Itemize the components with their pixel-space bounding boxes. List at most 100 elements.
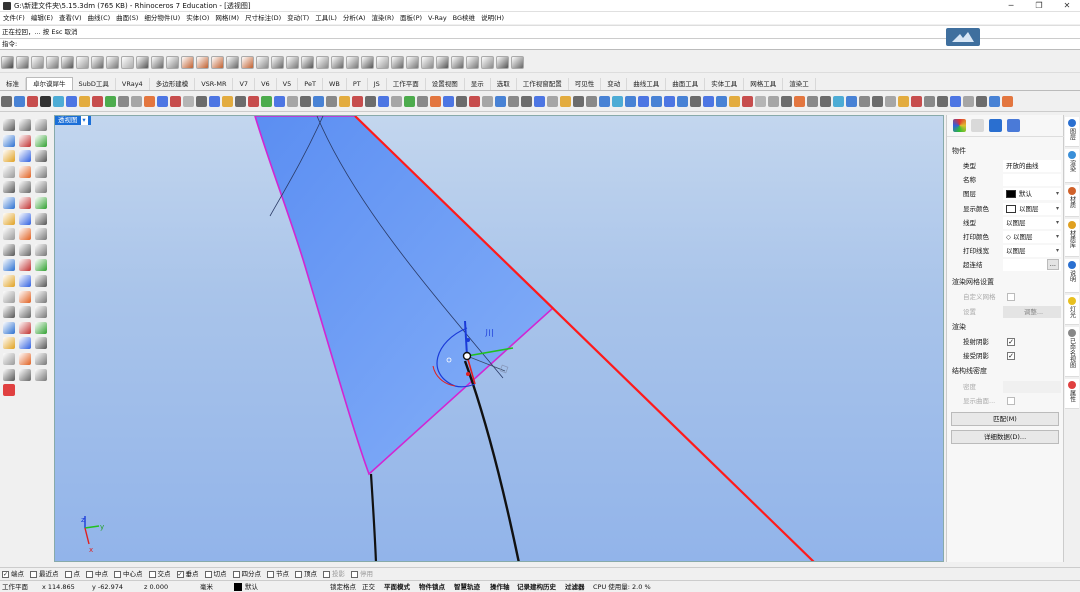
toolbar-icon[interactable]: [46, 56, 59, 69]
toolbar-icon[interactable]: [91, 56, 104, 69]
left-tool-icon[interactable]: [35, 212, 47, 225]
menu-item[interactable]: 曲面(S): [113, 12, 141, 24]
close-icon[interactable]: ✕: [1056, 0, 1078, 12]
tab-tool-icon[interactable]: [703, 96, 714, 107]
left-tool-icon[interactable]: [35, 321, 47, 334]
toolbar-icon[interactable]: [31, 56, 44, 69]
left-tool-icon[interactable]: [19, 150, 31, 163]
tab-tool-icon[interactable]: [456, 96, 467, 107]
osnap-checkbox[interactable]: [204, 570, 212, 578]
osnap-option[interactable]: 投影: [321, 568, 345, 580]
custom-mesh-checkbox[interactable]: [1007, 293, 1015, 301]
side-tab[interactable]: 说明: [1065, 259, 1079, 293]
perspective-viewport[interactable]: 川 z y x 透视图 ▾: [54, 115, 944, 562]
tab-tool-icon[interactable]: [794, 96, 805, 107]
osnap-option[interactable]: 四分点: [231, 568, 261, 580]
left-tool-icon[interactable]: [19, 243, 31, 256]
toolbar-icon[interactable]: [226, 56, 239, 69]
tab-tool-icon[interactable]: [508, 96, 519, 107]
osnap-checkbox[interactable]: ✓: [2, 570, 9, 578]
left-tool-icon[interactable]: [35, 306, 47, 319]
toolbar-tab[interactable]: PeT: [298, 78, 323, 90]
side-tab[interactable]: 渲染: [1065, 149, 1079, 183]
tab-tool-icon[interactable]: [950, 96, 961, 107]
left-tool-icon[interactable]: [19, 306, 31, 319]
status-toggle[interactable]: 智慧轨迹: [454, 581, 480, 592]
menu-item[interactable]: 尺寸标注(D): [242, 12, 284, 24]
adjust-button[interactable]: 调整...: [1003, 306, 1061, 318]
toolbar-icon[interactable]: [346, 56, 359, 69]
tab-tool-icon[interactable]: [599, 96, 610, 107]
tab-tool-icon[interactable]: [183, 96, 194, 107]
tab-tool-icon[interactable]: [443, 96, 454, 107]
toolbar-icon[interactable]: [181, 56, 194, 69]
toolbar-tab[interactable]: 实体工具: [705, 78, 745, 90]
tab-tool-icon[interactable]: [768, 96, 779, 107]
toolbar-tab[interactable]: 设置视图: [426, 78, 465, 90]
left-tool-icon[interactable]: [3, 337, 15, 350]
left-tool-icon[interactable]: [19, 321, 31, 334]
menu-item[interactable]: 编辑(E): [28, 12, 56, 24]
cast-shadow-checkbox[interactable]: ✓: [1007, 338, 1015, 346]
left-tool-icon[interactable]: [3, 306, 15, 319]
osnap-checkbox[interactable]: [148, 570, 156, 578]
tab-tool-icon[interactable]: [404, 96, 415, 107]
restore-icon[interactable]: ❐: [1028, 0, 1050, 12]
toolbar-icon[interactable]: [421, 56, 434, 69]
status-toggle[interactable]: CPU 使用量: 2.0 %: [593, 581, 651, 592]
menu-item[interactable]: 面板(P): [397, 12, 425, 24]
property-value[interactable]: 以图层: [1003, 216, 1061, 229]
toolbar-icon[interactable]: [271, 56, 284, 69]
toolbar-tab[interactable]: 显示: [465, 78, 491, 90]
toolbar-tab[interactable]: 网格工具: [744, 78, 784, 90]
osnap-option[interactable]: 停用: [349, 568, 373, 580]
tab-tool-icon[interactable]: [79, 96, 90, 107]
toolbar-tab[interactable]: 渲染工: [783, 78, 816, 90]
left-tool-icon[interactable]: [35, 150, 47, 163]
left-tool-icon[interactable]: [35, 290, 47, 303]
osnap-checkbox[interactable]: [351, 570, 358, 578]
tab-tool-icon[interactable]: [573, 96, 584, 107]
left-tool-icon[interactable]: [3, 228, 15, 241]
left-tool-icon[interactable]: [19, 368, 31, 381]
toolbar-icon[interactable]: [331, 56, 344, 69]
left-tool-icon[interactable]: [19, 134, 31, 147]
toolbar-icon[interactable]: [136, 56, 149, 69]
show-surface-checkbox[interactable]: [1007, 397, 1015, 405]
tab-tool-icon[interactable]: [482, 96, 493, 107]
toolbar-icon[interactable]: [1, 56, 14, 69]
toolbar-icon[interactable]: [316, 56, 329, 69]
left-tool-icon[interactable]: [3, 290, 15, 303]
toolbar-tab[interactable]: 可见性: [569, 78, 602, 90]
tab-tool-icon[interactable]: [833, 96, 844, 107]
tab-tool-icon[interactable]: [586, 96, 597, 107]
tab-tool-icon[interactable]: [170, 96, 181, 107]
toolbar-tab[interactable]: VSR-MR: [195, 78, 234, 90]
osnap-checkbox[interactable]: [267, 570, 274, 578]
receive-shadow-checkbox[interactable]: ✓: [1007, 352, 1015, 360]
tab-tool-icon[interactable]: [495, 96, 506, 107]
osnap-option[interactable]: ✓ 垂点: [175, 568, 199, 580]
side-tab[interactable]: 灯光: [1065, 295, 1079, 325]
left-tool-icon[interactable]: [19, 181, 31, 194]
toolbar-icon[interactable]: [76, 56, 89, 69]
tab-tool-icon[interactable]: [690, 96, 701, 107]
left-tool-icon[interactable]: [3, 212, 15, 225]
toolbar-tab[interactable]: V6: [255, 78, 277, 90]
vray-properties-icon[interactable]: [989, 119, 1002, 132]
toolbar-icon[interactable]: [301, 56, 314, 69]
tab-tool-icon[interactable]: [612, 96, 623, 107]
toolbar-tab[interactable]: WB: [323, 78, 347, 90]
tab-tool-icon[interactable]: [963, 96, 974, 107]
tab-tool-icon[interactable]: [885, 96, 896, 107]
status-toggle[interactable]: 正交: [362, 581, 375, 592]
toolbar-icon[interactable]: [511, 56, 524, 69]
toolbar-tab[interactable]: 标准: [0, 78, 26, 90]
tab-tool-icon[interactable]: [820, 96, 831, 107]
tab-tool-icon[interactable]: [144, 96, 155, 107]
osnap-checkbox[interactable]: [86, 570, 93, 578]
tab-tool-icon[interactable]: [1, 96, 12, 107]
object-properties-icon[interactable]: [953, 119, 966, 132]
side-tab[interactable]: 材质: [1065, 185, 1079, 217]
toolbar-icon[interactable]: [256, 56, 269, 69]
